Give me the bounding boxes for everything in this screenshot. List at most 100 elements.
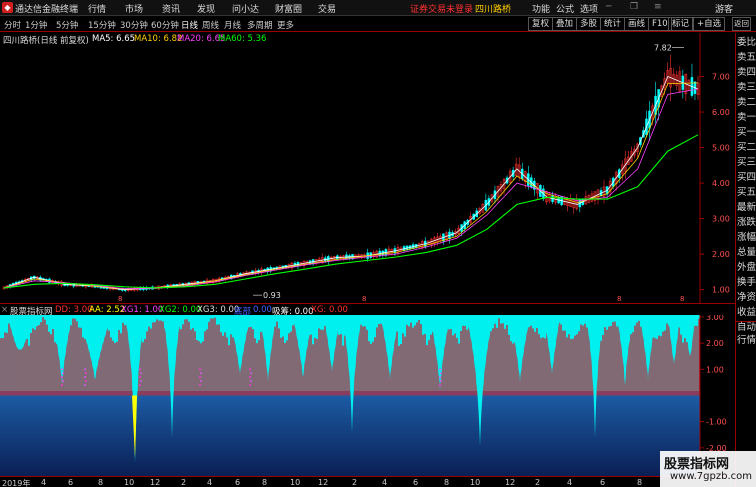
- quote-volume[interactable]: 总量: [736, 247, 756, 259]
- signal-dot: [439, 384, 441, 386]
- menu-faxian[interactable]: 发现: [197, 2, 215, 15]
- settings-icon[interactable]: ≡: [654, 2, 662, 12]
- mark-button[interactable]: 标记: [668, 17, 694, 31]
- fuquan-button[interactable]: 复权: [528, 17, 554, 31]
- add-watchlist-button[interactable]: +自选: [693, 17, 726, 31]
- date-tick-label: 8: [444, 478, 450, 487]
- signal-dot: [62, 372, 64, 375]
- quote-buy3[interactable]: 买三: [736, 157, 756, 169]
- draw-line-button[interactable]: 画线: [624, 17, 650, 31]
- menu-xuanxiang[interactable]: 选项: [580, 2, 598, 15]
- signal-dot: [85, 372, 87, 375]
- chart-title[interactable]: 四川路桥(日线 前复权): [3, 34, 89, 46]
- period-15min[interactable]: 15分钟: [88, 19, 116, 31]
- date-tick-label: 10: [470, 478, 481, 487]
- quote-buy4[interactable]: 买四: [736, 172, 756, 184]
- restore-icon[interactable]: ❐: [630, 2, 638, 12]
- quote-buy5[interactable]: 买五: [736, 187, 756, 199]
- statistics-button[interactable]: 统计: [600, 17, 626, 31]
- quote-latest[interactable]: 最新: [736, 202, 756, 214]
- signal-dot: [249, 376, 251, 379]
- multi-stock-button[interactable]: 多股: [576, 17, 602, 31]
- quote-sell2[interactable]: 卖二: [736, 97, 756, 109]
- quote-change[interactable]: 涨跌: [736, 217, 756, 229]
- menu-gongneng[interactable]: 功能: [532, 2, 550, 15]
- signal-dot: [84, 376, 86, 379]
- menu-bar: ◆ 通达信金融终端 行情 市场 资讯 发现 问小达 财富圈 交易 证券交易未登录…: [0, 0, 756, 16]
- quote-netasset[interactable]: 净资: [736, 292, 756, 304]
- date-tick-label: 4: [567, 478, 573, 487]
- indicator-aa: AA: 2.52: [89, 305, 126, 315]
- stock-name-title: 四川路桥: [475, 5, 512, 15]
- app-name: 通达信金融终端: [15, 5, 79, 15]
- quote-sell3[interactable]: 卖三: [736, 82, 756, 94]
- date-tick-label: 6: [68, 478, 74, 487]
- date-tick-label: 12: [318, 478, 329, 487]
- date-tick-label: 8: [98, 478, 104, 487]
- period-monthly[interactable]: 月线: [224, 19, 241, 31]
- quote-sell5[interactable]: 卖五: [736, 52, 756, 64]
- signal-dot: [140, 372, 142, 375]
- date-tick-label: 4: [207, 478, 213, 487]
- quote-sell4[interactable]: 卖四: [736, 67, 756, 79]
- y-tick-label: 3.00: [712, 215, 730, 224]
- overlay-button[interactable]: 叠加: [552, 17, 578, 31]
- period-more[interactable]: 更多: [277, 19, 294, 31]
- quote-change-pct[interactable]: 涨幅: [736, 232, 756, 244]
- trade-login-alert[interactable]: 证券交易未登录: [410, 2, 473, 15]
- ma60-value: MA60: 5.36: [218, 34, 267, 44]
- period-toolbar: 分时 1分钟 5分钟 15分钟 30分钟 60分钟 日线 周线 月线 多周期 更…: [0, 16, 756, 32]
- period-60min[interactable]: 60分钟: [151, 19, 179, 31]
- menu-wenxiaoda[interactable]: 问小达: [232, 2, 259, 15]
- period-multi[interactable]: 多周期: [247, 19, 273, 31]
- signal-dot: [62, 380, 64, 383]
- period-daily[interactable]: 日线: [181, 19, 198, 31]
- market-button[interactable]: 行情: [736, 335, 756, 347]
- event-mark[interactable]: 8: [617, 295, 621, 303]
- date-tick-label: 6: [600, 478, 606, 487]
- y-tick-label: -1.00: [706, 418, 727, 427]
- back-button[interactable]: 返回: [732, 17, 751, 31]
- auto-button[interactable]: 自动: [736, 321, 756, 334]
- ma10-value: MA10: 6.82: [134, 34, 183, 44]
- quote-buy2[interactable]: 买二: [736, 142, 756, 154]
- period-30min[interactable]: 30分钟: [120, 19, 148, 31]
- guest-label[interactable]: 游客: [715, 2, 733, 15]
- quote-outer[interactable]: 外盘: [736, 262, 756, 274]
- indicator-chart[interactable]: 3.002.001.00-1.00-2.00: [0, 315, 735, 476]
- date-tick-label: 8: [262, 478, 268, 487]
- quote-turnover[interactable]: 换手: [736, 277, 756, 289]
- minimize-icon[interactable]: ─: [606, 2, 611, 12]
- quote-buy1[interactable]: 买一: [736, 127, 756, 139]
- event-mark[interactable]: 8: [118, 295, 122, 303]
- kline-chart[interactable]: 7.006.005.004.003.002.001.00 7.820.938 8 8…: [0, 33, 735, 304]
- quote-eps[interactable]: 收益: [736, 307, 756, 319]
- menu-zixun[interactable]: 资讯: [162, 2, 180, 15]
- quote-weibi[interactable]: 委比: [736, 37, 756, 49]
- ma5-value: MA5: 6.65: [92, 34, 136, 44]
- period-5min[interactable]: 5分钟: [56, 19, 78, 31]
- menu-caifuquan[interactable]: 财富圈: [275, 2, 302, 15]
- signal-dot: [440, 372, 442, 375]
- period-fenshi[interactable]: 分时: [4, 19, 21, 31]
- signal-dot: [84, 368, 86, 371]
- indicator-collapse-icon[interactable]: ×: [1, 305, 8, 315]
- date-axis: 2019年 4 6 8 10 12 2 4 6 8 10 12 2 4 6 8 10 12 2 4 6 8: [0, 476, 735, 487]
- date-tick-label: 8: [637, 478, 643, 487]
- signal-dot: [250, 380, 252, 383]
- y-tick-label: 7.00: [712, 73, 730, 82]
- period-1min[interactable]: 1分钟: [25, 19, 47, 31]
- y-tick-label: 2.00: [706, 339, 724, 348]
- signal-dot: [200, 380, 202, 383]
- menu-shichang[interactable]: 市场: [125, 2, 143, 15]
- y-tick-label: 5.00: [712, 144, 730, 153]
- signal-dot: [139, 376, 141, 379]
- event-mark[interactable]: 8: [362, 295, 366, 303]
- period-weekly[interactable]: 周线: [202, 19, 219, 31]
- quote-sell1[interactable]: 卖一: [736, 112, 756, 124]
- menu-jiaoyi[interactable]: 交易: [318, 2, 336, 15]
- menu-gongshi[interactable]: 公式: [556, 2, 574, 15]
- event-mark[interactable]: 8: [680, 295, 684, 303]
- menu-hangqing[interactable]: 行情: [88, 2, 106, 15]
- indicator-bottom-value: 0.00: [253, 305, 272, 315]
